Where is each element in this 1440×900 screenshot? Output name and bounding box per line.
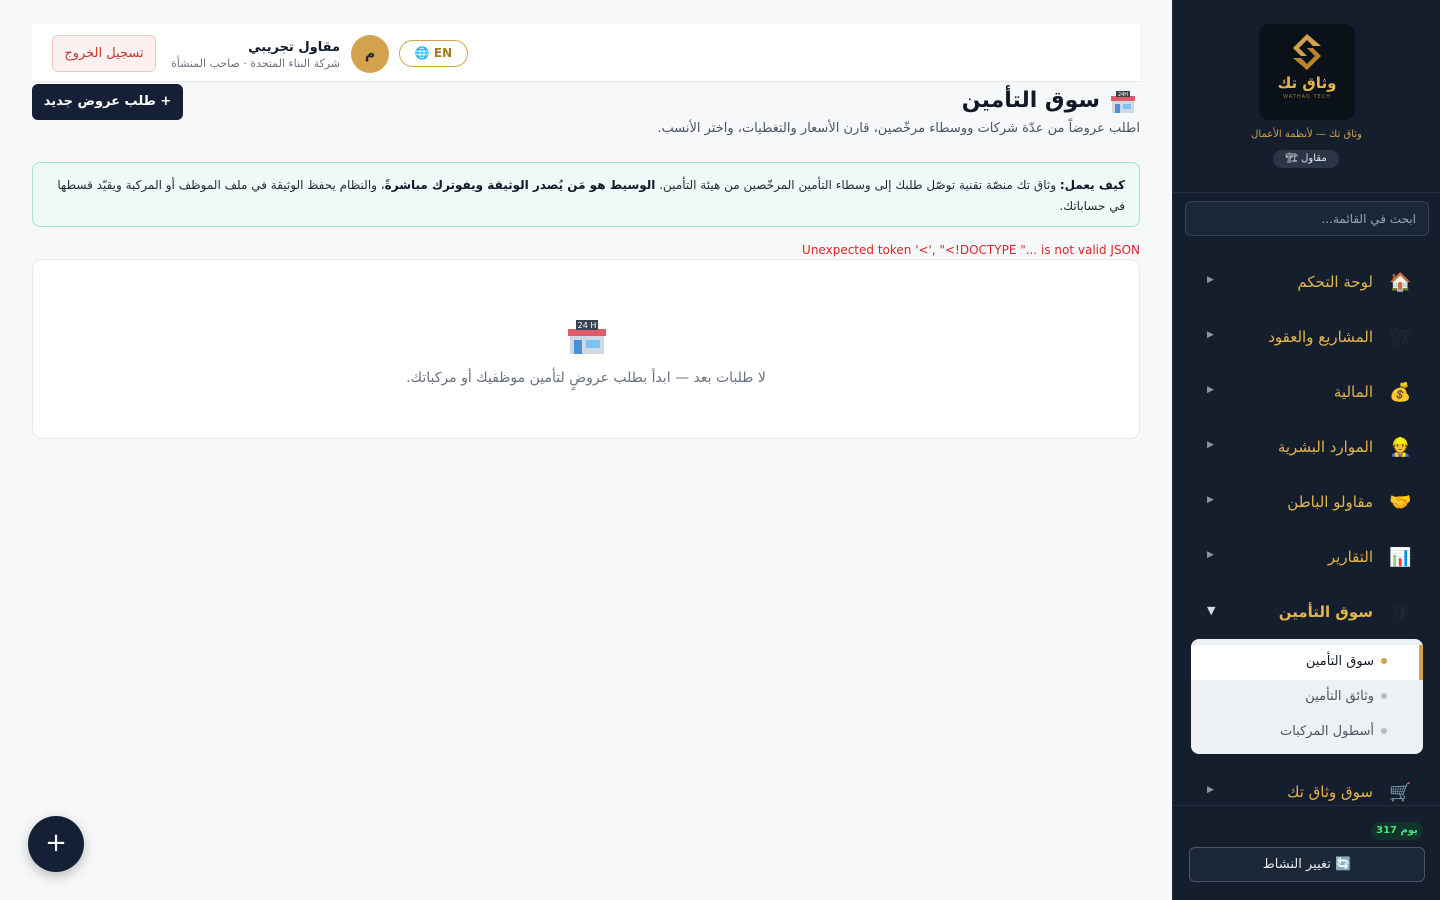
svg-text:24 H: 24 H (578, 321, 597, 330)
notice-emphasis: الوسيط هو مَن يُصدر الوثيقة ويفوترك مباش… (384, 178, 656, 192)
brand-name: وثاق تك (1277, 74, 1337, 92)
sidebar-item-label: سوق وثاق تك (1287, 783, 1373, 801)
sidebar-item-label: لوحة التحكم (1297, 273, 1373, 291)
cart-icon: 🛒 (1389, 782, 1412, 803)
home-icon: 🏠 (1389, 272, 1412, 293)
logout-button[interactable]: تسجيل الخروج (52, 35, 156, 72)
handshake-icon: 🤝 (1389, 492, 1412, 513)
sidebar-item-wathaq-market[interactable]: 🛒 سوق وثاق تك ▶ (1173, 773, 1440, 813)
insurance-submenu: سوق التأمين وثائق التأمين أسطول المركبات (1191, 639, 1423, 754)
language-toggle-button[interactable]: 🌐 EN (399, 40, 468, 67)
sidebar: وثاق تك WATHAQ TECH وثاق تك — لأنظمة الأ… (1172, 0, 1440, 900)
bullet-icon (1381, 693, 1387, 699)
submenu-item-vehicle-fleet[interactable]: أسطول المركبات (1191, 715, 1423, 750)
sidebar-item-subcontractors[interactable]: 🤝 مقاولو الباطن ▶ (1173, 483, 1440, 523)
new-quote-request-button[interactable]: + طلب عروض جديد (32, 84, 183, 120)
chevron-right-icon: ▶ (1207, 275, 1214, 285)
switch-activity-button[interactable]: 🔄 تغيير النشاط (1189, 847, 1425, 882)
sidebar-search-input[interactable] (1185, 201, 1429, 236)
page-subtitle: اطلب عروضاً من عدّة شركات ووسطاء مرخّصين… (657, 121, 1140, 136)
error-message: Unexpected token '<', "<!DOCTYPE "... is… (802, 243, 1140, 257)
crane-icon: 🏗 (1389, 327, 1412, 348)
bar-chart-icon: 📊 (1389, 547, 1412, 568)
svg-text:24H: 24H (1118, 92, 1128, 98)
user-name: مقاول تجريبي (248, 40, 340, 55)
bullet-icon (1381, 728, 1387, 734)
sidebar-bottom-divider (1173, 805, 1440, 806)
sidebar-item-projects[interactable]: 🏗 المشاريع والعقود ▶ (1173, 318, 1440, 358)
sidebar-item-label: المالية (1333, 383, 1373, 401)
avatar[interactable]: م (351, 35, 389, 73)
submenu-item-insurance-policies[interactable]: وثائق التأمين (1191, 680, 1423, 715)
bullet-icon (1381, 658, 1387, 664)
chevron-right-icon: ▶ (1207, 550, 1214, 560)
notice-lead: كيف يعمل: (1059, 178, 1125, 192)
submenu-item-insurance-market[interactable]: سوق التأمين (1191, 645, 1423, 680)
empty-state-card: 24 H لا طلبات بعد — ابدأ بطلب عروضٍ لتأم… (32, 259, 1140, 439)
worker-icon: 👷 (1389, 437, 1412, 458)
subscription-days-badge: 317 يوم (1371, 822, 1423, 840)
submenu-item-label: أسطول المركبات (1279, 724, 1374, 739)
brand-logo[interactable]: وثاق تك WATHAQ TECH (1259, 24, 1355, 120)
shield-icon: 🛡 (1389, 602, 1412, 623)
sidebar-item-hr[interactable]: 👷 الموارد البشرية ▶ (1173, 428, 1440, 468)
sidebar-divider (1173, 192, 1440, 193)
chevron-right-icon: ▶ (1207, 785, 1214, 795)
notice-text: وثاق تك منصّة تقنية توصّل طلبك إلى وسطاء… (655, 178, 1060, 192)
sidebar-item-label: الموارد البشرية (1277, 438, 1373, 456)
logo-mark-icon (1293, 34, 1321, 70)
chevron-right-icon: ▶ (1207, 385, 1214, 395)
user-company: شركة البناء المتحدة · صاحب المنشأة (170, 57, 340, 70)
money-bag-icon: 💰 (1389, 382, 1412, 403)
chevron-right-icon: ▶ (1207, 440, 1214, 450)
submenu-item-label: وثائق التأمين (1305, 689, 1374, 704)
sidebar-item-label: المشاريع والعقود (1268, 328, 1373, 346)
empty-state-text: لا طلبات بعد — ابدأ بطلب عروضٍ لتأمين مو… (406, 370, 766, 386)
sidebar-item-reports[interactable]: 📊 التقارير ▶ (1173, 538, 1440, 578)
how-it-works-notice: كيف يعمل: وثاق تك منصّة تقنية توصّل طلبك… (32, 162, 1140, 227)
chevron-down-icon: ▼ (1207, 604, 1216, 617)
brand-subtext: WATHAQ TECH (1283, 94, 1331, 100)
brand-tagline: وثاق تك — لأنظمة الأعمال (1251, 129, 1362, 140)
store-24h-icon: 24H (1111, 91, 1135, 113)
sidebar-item-label: مقاولو الباطن (1287, 493, 1373, 511)
sidebar-item-finance[interactable]: 💰 المالية ▶ (1173, 373, 1440, 413)
submenu-item-label: سوق التأمين (1305, 654, 1374, 669)
role-badge: 🏗 مقاول (1273, 150, 1339, 168)
chevron-right-icon: ▶ (1207, 330, 1214, 340)
chevron-right-icon: ▶ (1207, 495, 1214, 505)
sidebar-item-label: سوق التأمين (1278, 603, 1373, 621)
sidebar-item-insurance-market[interactable]: 🛡 سوق التأمين ▼ (1173, 593, 1440, 633)
page-title: سوق التأمين (961, 88, 1100, 113)
sidebar-item-dashboard[interactable]: 🏠 لوحة التحكم ▶ (1173, 263, 1440, 303)
floating-add-button[interactable]: + (28, 816, 84, 872)
top-bar: تسجيل الخروج 🌐 EN م مقاول تجريبي شركة ال… (32, 24, 1140, 82)
store-24h-icon: 24 H (568, 320, 606, 354)
sidebar-item-label: التقارير (1327, 548, 1373, 566)
